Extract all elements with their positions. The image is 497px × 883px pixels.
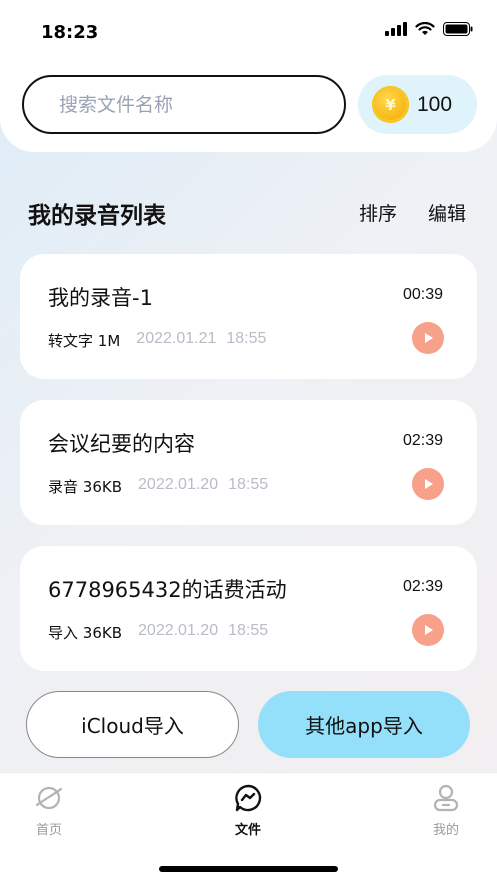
recording-tag-size: 录音 36KB: [48, 476, 122, 497]
recording-tag: 录音: [48, 478, 79, 496]
coin-icon: ¥: [372, 86, 409, 123]
recording-time: 18:55: [228, 622, 269, 639]
recording-duration: 02:39: [402, 432, 443, 449]
recording-tag: 导入: [48, 624, 79, 642]
play-icon: [425, 333, 433, 343]
status-time: 18:23: [41, 22, 99, 43]
recording-meta: 录音 36KB 2022.01.20 18:55: [48, 476, 268, 497]
play-icon: [425, 479, 433, 489]
recording-card[interactable]: 我的录音-1 00:39 转文字 1M 2022.01.21 18:55: [20, 254, 477, 379]
recording-tag-size: 导入 36KB: [48, 622, 122, 643]
coin-count: 100: [417, 92, 453, 116]
recording-time: 18:55: [226, 330, 267, 347]
recording-tag: 转文字: [48, 332, 94, 350]
recording-card[interactable]: 6778965432的话费活动 02:39 导入 36KB 2022.01.20…: [20, 546, 477, 671]
coin-symbol: ¥: [385, 95, 396, 114]
play-button[interactable]: [412, 468, 444, 500]
search-input[interactable]: [59, 93, 319, 116]
recording-title: 会议纪要的内容: [48, 432, 195, 456]
recording-date: 2022.01.20: [138, 476, 219, 493]
planet-icon: [35, 786, 63, 810]
recording-date: 2022.01.20: [138, 622, 219, 639]
tab-files-label: 文件: [234, 823, 261, 838]
icloud-import-button[interactable]: iCloud导入: [26, 691, 239, 758]
recording-date: 2022.01.21: [136, 330, 217, 347]
recording-card[interactable]: 会议纪要的内容 02:39 录音 36KB 2022.01.20 18:55: [20, 400, 477, 525]
recording-size: 1M: [97, 332, 121, 350]
home-indicator: [159, 866, 338, 872]
edit-button[interactable]: 编辑: [428, 199, 466, 226]
recording-duration: 00:39: [402, 286, 443, 303]
recording-title: 6778965432的话费活动: [48, 578, 287, 602]
recording-duration: 02:39: [402, 578, 443, 595]
recording-size: 36KB: [82, 478, 123, 496]
recording-meta: 导入 36KB 2022.01.20 18:55: [48, 622, 268, 643]
coin-badge[interactable]: ¥ 100: [358, 75, 477, 134]
tab-mine-label: 我的: [432, 823, 459, 838]
recording-title: 我的录音-1: [48, 286, 153, 310]
sort-button[interactable]: 排序: [359, 199, 397, 226]
other-app-import-button[interactable]: 其他app导入: [258, 691, 470, 758]
wifi-icon: [415, 22, 435, 35]
status-icons: [385, 22, 473, 36]
messenger-icon: [235, 784, 262, 812]
tab-mine[interactable]: 我的: [411, 783, 481, 838]
tab-home-label: 首页: [35, 823, 62, 838]
play-button[interactable]: [412, 614, 444, 646]
signal-icon: [385, 22, 407, 36]
search-box[interactable]: [22, 75, 346, 134]
person-icon: [433, 784, 459, 812]
battery-icon: [443, 22, 473, 36]
play-icon: [425, 625, 433, 635]
recording-time: 18:55: [228, 476, 269, 493]
recording-meta: 转文字 1M 2022.01.21 18:55: [48, 330, 266, 351]
section-title: 我的录音列表: [28, 203, 166, 229]
tab-home[interactable]: 首页: [14, 783, 84, 838]
tab-files[interactable]: 文件: [213, 783, 283, 838]
recording-size: 36KB: [82, 624, 123, 642]
play-button[interactable]: [412, 322, 444, 354]
recording-tag-size: 转文字 1M: [48, 330, 120, 351]
